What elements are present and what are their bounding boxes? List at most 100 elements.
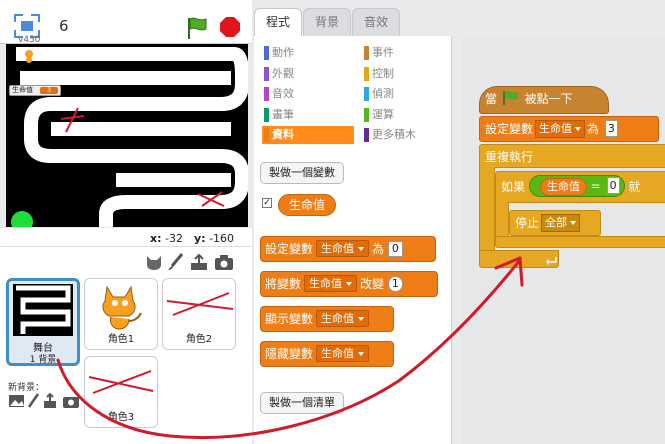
- backdrop-library-icon[interactable]: [9, 395, 24, 407]
- maze-path: [11, 47, 248, 227]
- category-label: 資料: [272, 128, 294, 141]
- green-flag-icon[interactable]: [186, 16, 208, 40]
- category-color-swatch: [264, 87, 269, 101]
- category-9[interactable]: 更多積木: [362, 126, 454, 144]
- category-color-swatch: [264, 128, 269, 142]
- set-variable-block[interactable]: 設定變數 生命值為 0: [260, 236, 436, 262]
- category-5[interactable]: 偵測: [362, 85, 454, 103]
- category-0[interactable]: 動作: [262, 44, 354, 62]
- stop-icon[interactable]: [219, 16, 241, 38]
- category-1[interactable]: 事件: [362, 44, 454, 62]
- variable-monitor-value: 3: [40, 87, 58, 94]
- category-2[interactable]: 外觀: [262, 65, 354, 83]
- show-variable-block[interactable]: 顯示變數 生命值: [260, 306, 394, 332]
- value-input[interactable]: 0: [387, 241, 403, 257]
- upload-icon[interactable]: [189, 253, 209, 271]
- category-color-swatch: [364, 46, 369, 60]
- y-value: -160: [209, 232, 235, 245]
- paint-brush-icon[interactable]: [166, 253, 186, 271]
- red-cross-icon: [88, 370, 154, 394]
- forever-block-bottom: [479, 250, 559, 268]
- category-label: 音效: [272, 87, 294, 100]
- camera-icon[interactable]: [214, 253, 234, 271]
- paint-backdrop-icon[interactable]: [27, 393, 40, 408]
- sprite-pane: 舞台 1 背景 角色1 角色2 角色3 新背景：: [0, 276, 252, 444]
- category-color-swatch: [264, 66, 269, 81]
- new-backdrop-toolbar: [9, 392, 79, 408]
- stage-thumbnail-image: [13, 284, 73, 336]
- sprite-toolbar: [0, 246, 252, 276]
- category-4[interactable]: 音效: [262, 85, 354, 103]
- category-label: 外觀: [272, 66, 294, 80]
- camera-backdrop-icon[interactable]: [63, 397, 79, 408]
- category-color-swatch: [364, 128, 369, 142]
- x-label: x:: [150, 232, 162, 245]
- stage-thumb-sublabel: 1 背景: [29, 355, 57, 365]
- stop-block[interactable]: 停止 全部: [509, 210, 601, 236]
- script-area[interactable]: 當 被點一下 設定變數 生命值為 3 重複執行 如果 生命值 = 0 就 停止 全部: [462, 38, 665, 444]
- make-variable-button[interactable]: 製做一個變數: [260, 162, 344, 184]
- upload-backdrop-icon[interactable]: [44, 392, 56, 408]
- stage-header: v450 6: [0, 0, 252, 45]
- block-palette: 動作 事件外觀 控制音效 偵測畫筆 運算資料 更多積木 製做一個變數 ✓ 生命值 設定變數…: [254, 36, 452, 444]
- category-label: 事件: [372, 46, 394, 59]
- tab-backdrops[interactable]: 背景: [303, 8, 351, 36]
- make-list-button[interactable]: 製做一個清單: [260, 392, 344, 414]
- loop-arrow-icon: [546, 257, 557, 265]
- category-label: 控制: [372, 66, 394, 80]
- change-variable-block[interactable]: 將變數 生命值 改變 1: [260, 271, 438, 297]
- sprite-card-cat[interactable]: 角色1: [84, 278, 158, 350]
- forever-block-arm: [479, 167, 495, 262]
- set-variable-block[interactable]: 設定變數 生命值為 3: [479, 116, 659, 142]
- category-label: 更多積木: [372, 128, 416, 141]
- variable-reporter[interactable]: 生命值: [539, 178, 587, 196]
- sprite-card-cross-2[interactable]: 角色3: [84, 356, 158, 428]
- variable-dropdown[interactable]: 生命值: [316, 345, 370, 362]
- x-value: -32: [165, 232, 183, 245]
- cat-sprite-icon: [102, 285, 142, 330]
- sprite-library-icon[interactable]: [144, 253, 164, 271]
- category-list: 動作 事件外觀 控制音效 偵測畫筆 運算資料 更多積木: [254, 36, 452, 152]
- variable-dropdown[interactable]: 生命值: [316, 240, 370, 257]
- green-flag-icon: [503, 91, 518, 105]
- category-6[interactable]: 畫筆: [262, 106, 354, 124]
- category-label: 畫筆: [272, 107, 294, 121]
- tab-scripts[interactable]: 程式: [254, 8, 302, 37]
- category-color-swatch: [364, 87, 369, 101]
- hide-variable-block[interactable]: 隱藏變數 生命值: [260, 341, 394, 367]
- sprite-card-cross[interactable]: 角色2: [162, 278, 236, 350]
- value-input[interactable]: 3: [604, 120, 618, 137]
- if-block[interactable]: 如果 生命值 = 0 就: [495, 171, 665, 203]
- stop-option-dropdown[interactable]: 全部: [541, 214, 581, 232]
- category-7[interactable]: 運算: [362, 106, 454, 124]
- category-label: 運算: [372, 107, 394, 121]
- coordinate-bar: x: -32 y: -160: [0, 228, 252, 246]
- category-3[interactable]: 控制: [362, 65, 454, 83]
- sprite-name: 角色3: [107, 412, 135, 423]
- category-color-swatch: [264, 46, 269, 60]
- category-label: 動作: [272, 46, 294, 59]
- value-input[interactable]: 1: [387, 276, 403, 292]
- category-color-swatch: [264, 107, 269, 122]
- stage-canvas[interactable]: 生命值 3: [6, 44, 248, 227]
- variable-dropdown[interactable]: 生命值: [535, 120, 586, 138]
- cat-sprite-tiny: [25, 50, 33, 63]
- tab-sounds[interactable]: 音效: [352, 8, 400, 36]
- variable-dropdown[interactable]: 生命值: [304, 275, 358, 292]
- equals-operator-block[interactable]: 生命值 = 0: [528, 175, 625, 197]
- variable-checkbox[interactable]: ✓: [262, 198, 272, 208]
- stage-number: 6: [59, 17, 69, 35]
- variable-monitor: 生命值 3: [9, 85, 61, 96]
- red-cross-icon: [166, 292, 234, 316]
- stage-thumbnail[interactable]: 舞台 1 背景: [6, 278, 80, 366]
- category-8[interactable]: 資料: [262, 126, 354, 144]
- when-flag-clicked-block[interactable]: 當 被點一下: [479, 86, 609, 114]
- category-color-swatch: [364, 66, 369, 81]
- category-label: 偵測: [372, 87, 394, 100]
- variable-reporter[interactable]: 生命值: [278, 194, 337, 216]
- variable-dropdown[interactable]: 生命值: [316, 310, 370, 327]
- compare-value-input[interactable]: 0: [606, 177, 620, 194]
- if-block-bottom: [495, 236, 665, 248]
- forever-block[interactable]: 重複執行: [479, 144, 665, 168]
- y-label: y:: [194, 232, 206, 245]
